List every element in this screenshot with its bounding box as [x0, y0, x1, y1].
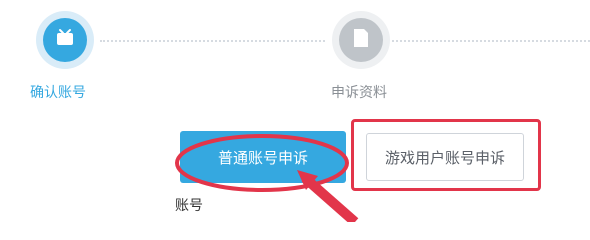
annotation-circle — [175, 134, 349, 192]
appeal-page: 确认账号 申诉资料 普通账号申诉 游戏用户账号申诉 账号 — [0, 0, 590, 222]
annotation-arrow — [301, 174, 359, 222]
annotation-overlay — [175, 134, 359, 222]
